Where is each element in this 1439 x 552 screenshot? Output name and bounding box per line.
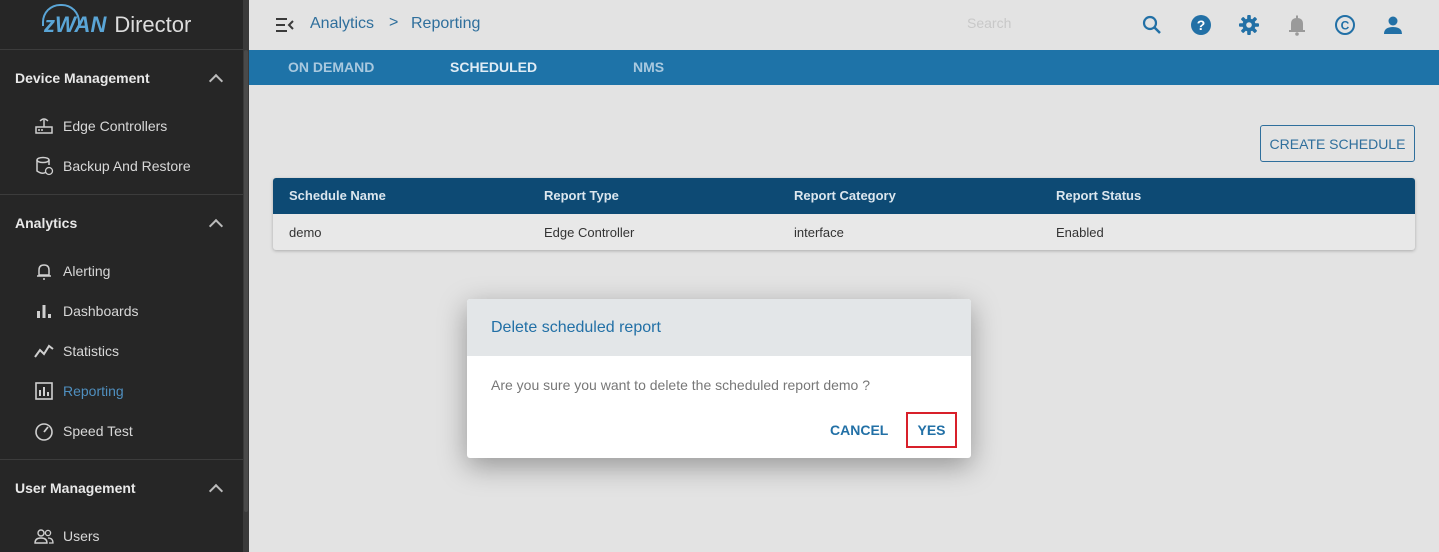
account-icon[interactable] — [1381, 13, 1405, 37]
create-schedule-button[interactable]: CREATE SCHEDULE — [1260, 125, 1415, 162]
dialog-title: Delete scheduled report — [467, 299, 971, 356]
cell-report-status: Enabled — [1056, 225, 1104, 240]
gear-icon[interactable] — [1237, 13, 1261, 37]
table-header: Schedule Name Report Type Report Categor… — [273, 178, 1415, 214]
sidebar-item-dashboards[interactable]: Dashboards — [0, 291, 243, 331]
svg-text:C: C — [1341, 19, 1350, 33]
tab-scheduled[interactable]: SCHEDULED — [450, 59, 537, 75]
app-logo[interactable]: zWAN Director — [0, 0, 243, 50]
sidebar-item-backup-and-restore[interactable]: Backup And Restore — [0, 146, 243, 186]
tab-on-demand[interactable]: ON DEMAND — [288, 59, 374, 75]
sidebar-scroll-thumb[interactable] — [244, 50, 248, 512]
cell-report-type: Edge Controller — [544, 225, 635, 240]
sidebar-item-label: Edge Controllers — [63, 118, 168, 134]
line-chart-icon — [34, 341, 54, 361]
table-row[interactable]: demo Edge Controller interface Enabled — [273, 214, 1415, 250]
section-title: User Management — [15, 480, 136, 496]
breadcrumb-reporting: Reporting — [411, 15, 481, 32]
section-header-analytics[interactable]: Analytics — [0, 195, 243, 251]
section-header-user-management[interactable]: User Management — [0, 460, 243, 516]
router-icon — [34, 116, 54, 136]
bar-chart-icon — [34, 301, 54, 321]
sidebar: zWAN Director Device Management Edge Con… — [0, 0, 249, 552]
sidebar-item-alerting[interactable]: Alerting — [0, 251, 243, 291]
brand-logo: zWAN — [42, 3, 106, 38]
sidebar-item-label: Dashboards — [63, 303, 139, 319]
bell-icon — [34, 261, 54, 281]
product-name: Director — [114, 11, 192, 37]
top-bar: Analytics > Reporting Search ? C — [249, 0, 1439, 50]
breadcrumb-analytics[interactable]: Analytics — [310, 15, 374, 33]
breadcrumb-separator: > — [389, 14, 399, 31]
section-user-management: User Management Users — [0, 460, 243, 552]
tab-nms[interactable]: NMS — [633, 59, 664, 75]
delete-confirm-dialog: Delete scheduled report Are you sure you… — [467, 299, 971, 458]
menu-collapse-icon[interactable] — [275, 16, 295, 34]
section-analytics: Analytics Alerting Dashboards Statistics… — [0, 195, 243, 460]
sidebar-item-edge-controllers[interactable]: Edge Controllers — [0, 106, 243, 146]
yes-button[interactable]: YES — [906, 412, 957, 448]
report-icon — [34, 381, 54, 401]
sidebar-item-users[interactable]: Users — [0, 516, 243, 552]
column-header-schedule-name[interactable]: Schedule Name — [289, 188, 386, 203]
cell-report-category: interface — [794, 225, 844, 240]
sidebar-item-label: Alerting — [63, 263, 111, 279]
chevron-up-icon — [208, 483, 224, 498]
sidebar-item-reporting[interactable]: Reporting — [0, 371, 243, 411]
chevron-up-icon — [208, 73, 224, 88]
sidebar-item-label: Users — [63, 528, 100, 544]
section-title: Device Management — [15, 70, 150, 86]
bell-icon[interactable] — [1285, 13, 1309, 37]
section-title: Analytics — [15, 215, 78, 231]
database-restore-icon — [34, 156, 54, 176]
sidebar-item-label: Statistics — [63, 343, 120, 359]
cell-schedule-name: demo — [289, 225, 322, 240]
sidebar-item-speed-test[interactable]: Speed Test — [0, 411, 243, 451]
column-header-report-type[interactable]: Report Type — [544, 188, 619, 203]
cancel-button[interactable]: CANCEL — [830, 422, 888, 438]
column-header-report-status[interactable]: Report Status — [1056, 188, 1141, 203]
sidebar-item-statistics[interactable]: Statistics — [0, 331, 243, 371]
copyright-icon[interactable]: C — [1333, 13, 1357, 37]
section-header-device-management[interactable]: Device Management — [0, 50, 243, 106]
schedule-table: Schedule Name Report Type Report Categor… — [273, 178, 1415, 250]
cloud-icon — [42, 3, 80, 26]
search-icon[interactable] — [1140, 13, 1164, 37]
sidebar-item-label: Backup And Restore — [63, 158, 191, 174]
users-icon — [34, 526, 54, 546]
svg-text:?: ? — [1197, 17, 1206, 33]
section-device-management: Device Management Edge Controllers Backu… — [0, 50, 243, 195]
help-icon[interactable]: ? — [1189, 13, 1213, 37]
dialog-message: Are you sure you want to delete the sche… — [491, 377, 871, 393]
sidebar-item-label: Speed Test — [63, 423, 133, 439]
tab-bar: ON DEMAND SCHEDULED NMS — [249, 50, 1439, 85]
speedometer-icon — [34, 421, 54, 441]
chevron-up-icon — [208, 218, 224, 233]
search-input[interactable]: Search — [967, 15, 1011, 31]
column-header-report-category[interactable]: Report Category — [794, 188, 896, 203]
sidebar-item-label: Reporting — [63, 383, 124, 399]
